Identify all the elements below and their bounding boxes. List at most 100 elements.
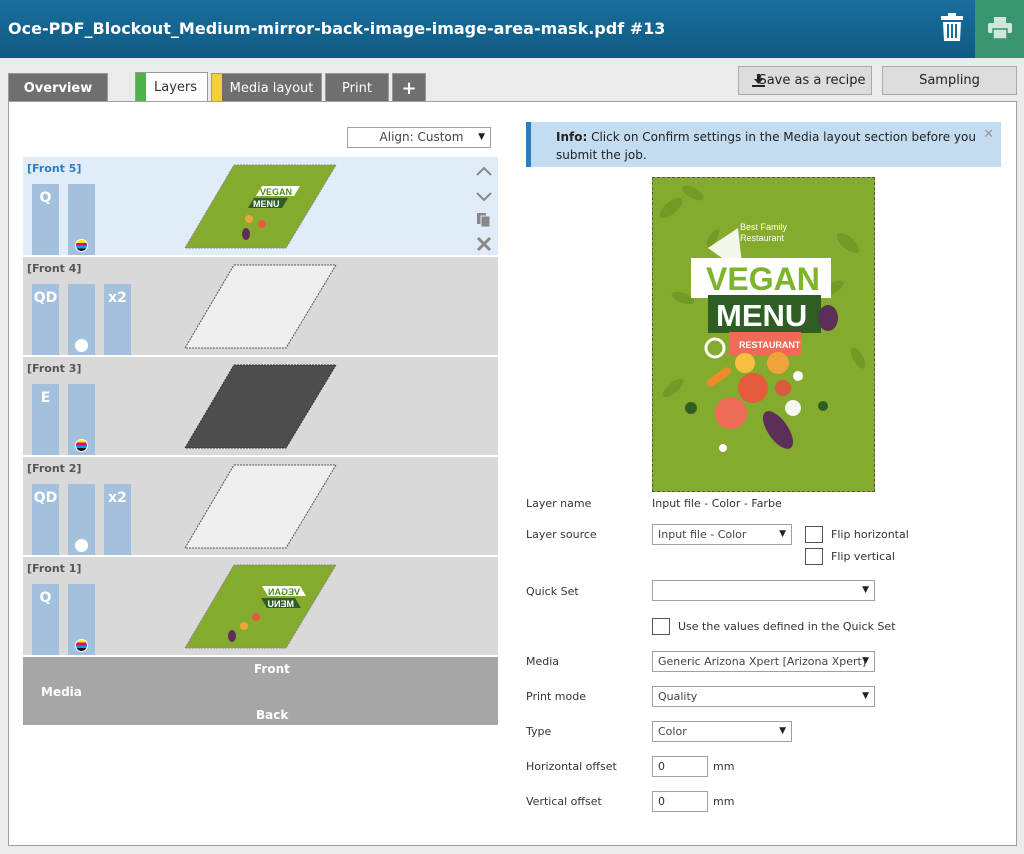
media-label: Media	[41, 685, 82, 699]
media-block: Media Front Back	[23, 657, 498, 725]
layer-name-value: Input file - Color - Farbe	[652, 497, 782, 510]
chevron-down-icon: ▼	[779, 726, 786, 736]
back-label: Back	[256, 708, 289, 722]
best-family-text: Best Family	[740, 222, 788, 232]
download-icon	[752, 74, 765, 87]
restaurant-subtitle: Restaurant	[740, 233, 785, 243]
layer-name: [Front 1]	[27, 562, 82, 575]
layer-front-2[interactable]: [Front 2] QD x2	[23, 457, 498, 555]
print-mode-column: E	[32, 384, 59, 455]
layer-front-3[interactable]: [Front 3] E	[23, 357, 498, 455]
tab-color-marker	[136, 73, 146, 102]
ink-column	[68, 584, 95, 655]
pass-count-column: x2	[104, 484, 131, 555]
layer-front-1[interactable]: [Front 1] Q VEGAN MENU	[23, 557, 498, 655]
media-select[interactable]: Generic Arizona Xpert [Arizona Xpert] ▼	[652, 651, 875, 672]
layer-thumbnail	[184, 264, 337, 349]
layer-controls	[474, 160, 494, 253]
layer-name-label: Layer name	[526, 497, 592, 510]
pass-count-column: x2	[104, 284, 131, 355]
print-mode-column: Q	[32, 584, 59, 655]
front-label: Front	[254, 662, 290, 676]
layer-thumbnail: VEGAN MENU	[184, 164, 337, 249]
save-as-recipe-button[interactable]: Save as a recipe	[738, 66, 872, 95]
svg-text:VEGAN: VEGAN	[260, 187, 292, 197]
chevron-down-icon: ▼	[779, 529, 786, 539]
print-mode-column: QD	[32, 484, 59, 555]
print-mode-select[interactable]: Quality ▼	[652, 686, 875, 707]
print-mode-label: Print mode	[526, 690, 586, 703]
chevron-down-icon: ▼	[478, 132, 485, 142]
restaurant-badge: RESTAURANT	[739, 340, 801, 350]
white-ink-icon	[75, 539, 88, 552]
media-field-label: Media	[526, 655, 560, 668]
white-ink-icon	[75, 339, 88, 352]
title-bar: Oce-PDF_Blockout_Medium-mirror-back-imag…	[0, 0, 1024, 58]
layer-thumbnail: VEGAN MENU	[184, 564, 337, 649]
cmyk-ink-icon	[75, 639, 88, 652]
tab-layers[interactable]: Layers	[135, 72, 208, 102]
cmyk-ink-icon	[75, 439, 88, 452]
layer-source-label: Layer source	[526, 528, 597, 541]
layer-thumbnail	[184, 464, 337, 549]
chevron-down-icon[interactable]	[474, 188, 494, 204]
vertical-offset-label: Vertical offset	[526, 795, 602, 808]
tab-media-layout[interactable]: Media layout	[211, 73, 322, 102]
svg-text:VEGAN: VEGAN	[268, 587, 300, 597]
vertical-offset-input[interactable]: 0	[652, 791, 708, 812]
menu-heading: MENU	[716, 298, 807, 333]
tab-print[interactable]: Print	[325, 73, 389, 102]
chevron-down-icon: ▼	[862, 656, 869, 666]
printer-icon	[988, 17, 1012, 39]
trash-icon[interactable]	[939, 12, 965, 42]
flip-vertical-label: Flip vertical	[831, 550, 895, 563]
horizontal-offset-label: Horizontal offset	[526, 760, 617, 773]
use-quick-set-checkbox[interactable]	[652, 618, 670, 635]
cmyk-ink-icon	[75, 239, 88, 252]
print-button[interactable]	[975, 0, 1024, 58]
copy-icon[interactable]	[474, 211, 494, 229]
svg-text:MENU: MENU	[253, 199, 280, 209]
layer-name: [Front 2]	[27, 462, 82, 475]
ink-column	[68, 184, 95, 255]
print-mode-column: Q	[32, 184, 59, 255]
ink-column	[68, 384, 95, 455]
delete-icon[interactable]	[474, 235, 494, 253]
layer-name: [Front 5]	[27, 162, 82, 175]
layer-source-select[interactable]: Input file - Color ▼	[652, 524, 792, 545]
flip-horizontal-checkbox[interactable]	[805, 526, 823, 543]
flip-vertical-checkbox[interactable]	[805, 548, 823, 565]
type-select[interactable]: Color ▼	[652, 721, 792, 742]
window-title: Oce-PDF_Blockout_Medium-mirror-back-imag…	[8, 19, 666, 38]
close-icon[interactable]: ✕	[983, 126, 994, 144]
svg-text:MENU: MENU	[268, 599, 295, 609]
layer-name: [Front 3]	[27, 362, 82, 375]
layer-front-5[interactable]: [Front 5] Q VEGAN MENU	[23, 157, 498, 255]
add-tab-button[interactable]: +	[392, 73, 426, 102]
print-mode-column: QD	[32, 284, 59, 355]
layer-thumbnail	[184, 364, 337, 449]
layer-name: [Front 4]	[27, 262, 82, 275]
tab-overview[interactable]: Overview	[8, 73, 108, 102]
sampling-button[interactable]: Sampling	[882, 66, 1017, 95]
tab-color-marker	[212, 74, 222, 102]
horizontal-offset-input[interactable]: 0	[652, 756, 708, 777]
vertical-offset-unit: mm	[713, 795, 735, 808]
chevron-up-icon[interactable]	[474, 164, 494, 180]
ink-column	[68, 284, 95, 355]
align-select[interactable]: Align: Custom ▼	[347, 127, 491, 148]
plus-icon: +	[401, 78, 417, 99]
chevron-down-icon: ▼	[862, 585, 869, 595]
type-label: Type	[526, 725, 552, 738]
flip-horizontal-label: Flip horizontal	[831, 528, 909, 541]
layer-front-4[interactable]: [Front 4] QD x2	[23, 257, 498, 355]
ink-column	[68, 484, 95, 555]
layer-preview-image: Best Family Restaurant VEGAN MENU RESTAU…	[652, 177, 875, 492]
horizontal-offset-unit: mm	[713, 760, 735, 773]
info-banner: Info: Click on Confirm settings in the M…	[526, 122, 1001, 167]
chevron-down-icon: ▼	[862, 691, 869, 701]
use-quick-set-label: Use the values defined in the Quick Set	[678, 620, 896, 633]
vegan-heading: VEGAN	[706, 261, 820, 297]
quick-set-label: Quick Set	[526, 585, 579, 598]
quick-set-select[interactable]: ▼	[652, 580, 875, 601]
